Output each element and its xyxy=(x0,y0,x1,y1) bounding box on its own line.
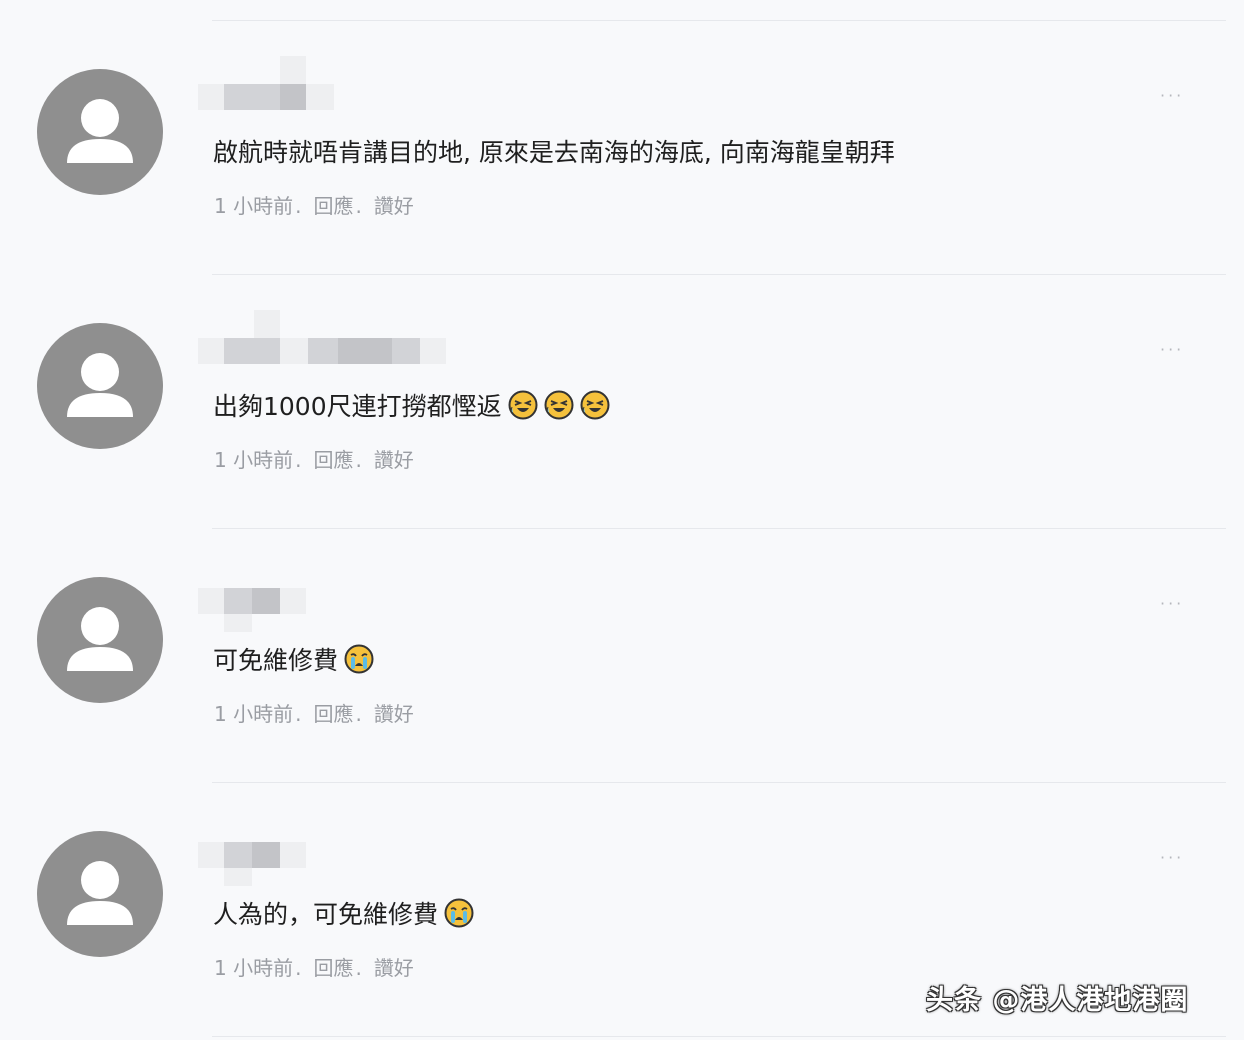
crying-emoji-icon xyxy=(344,644,374,674)
comment-text: 人為的，可免維修費 xyxy=(213,898,474,932)
laughing-crying-emoji-icon xyxy=(508,390,538,420)
reply-button[interactable]: 回應 xyxy=(313,952,353,981)
more-options-button[interactable]: ··· xyxy=(1160,594,1184,613)
meta-separator: . xyxy=(355,448,362,472)
comment-text-content: 出夠1000尺連打撈都慳返 xyxy=(213,392,502,421)
comment-text: 啟航時就唔肯講目的地, 原來是去南海的海底, 向南海龍皇朝拜 xyxy=(213,136,895,170)
like-button[interactable]: 讚好 xyxy=(374,952,414,981)
meta-separator: . xyxy=(295,956,302,980)
timestamp: 1 小時前 xyxy=(214,702,294,726)
reply-button[interactable]: 回應 xyxy=(313,190,353,219)
more-options-button[interactable]: ··· xyxy=(1160,86,1184,105)
meta-separator: . xyxy=(295,448,302,472)
comment-item: ··· 出夠1000尺連打撈都慳返 1 小時前. 回應. 讚好 xyxy=(0,274,1244,528)
comment-meta: 1 小時前. 回應. 讚好 xyxy=(214,698,414,727)
comment-item: ··· 啟航時就唔肯講目的地, 原來是去南海的海底, 向南海龍皇朝拜 1 小時前… xyxy=(0,20,1244,274)
more-options-button[interactable]: ··· xyxy=(1160,848,1184,867)
avatar[interactable] xyxy=(37,69,163,195)
comment-text: 出夠1000尺連打撈都慳返 xyxy=(213,390,610,424)
avatar[interactable] xyxy=(37,577,163,703)
comment-text: 可免維修費 xyxy=(213,644,374,678)
meta-separator: . xyxy=(295,194,302,218)
like-button[interactable]: 讚好 xyxy=(374,190,414,219)
comment-meta: 1 小時前. 回應. 讚好 xyxy=(214,444,414,473)
laughing-crying-emoji-icon xyxy=(544,390,574,420)
user-icon xyxy=(67,353,133,417)
laughing-crying-emoji-icon xyxy=(580,390,610,420)
user-icon xyxy=(67,99,133,163)
watermark: 头条 @港人港地港圈 xyxy=(926,985,1189,1016)
timestamp: 1 小時前 xyxy=(214,956,294,980)
like-button[interactable]: 讚好 xyxy=(374,444,414,473)
comment-meta: 1 小時前. 回應. 讚好 xyxy=(214,952,414,981)
like-button[interactable]: 讚好 xyxy=(374,698,414,727)
timestamp: 1 小時前 xyxy=(214,448,294,472)
reply-button[interactable]: 回應 xyxy=(313,698,353,727)
comment-meta: 1 小時前. 回應. 讚好 xyxy=(214,190,414,219)
user-icon xyxy=(67,607,133,671)
comment-text-content: 啟航時就唔肯講目的地, 原來是去南海的海底, 向南海龍皇朝拜 xyxy=(213,138,895,167)
comment-text-content: 人為的，可免維修費 xyxy=(213,900,439,929)
avatar[interactable] xyxy=(37,323,163,449)
reply-button[interactable]: 回應 xyxy=(313,444,353,473)
meta-separator: . xyxy=(355,702,362,726)
comment-text-content: 可免維修費 xyxy=(213,646,339,675)
timestamp: 1 小時前 xyxy=(214,194,294,218)
separator xyxy=(212,1036,1226,1037)
more-options-button[interactable]: ··· xyxy=(1160,340,1184,359)
comment-item: ··· 可免維修費 1 小時前. 回應. 讚好 xyxy=(0,528,1244,782)
crying-emoji-icon xyxy=(444,898,474,928)
user-icon xyxy=(67,861,133,925)
avatar[interactable] xyxy=(37,831,163,957)
meta-separator: . xyxy=(355,956,362,980)
meta-separator: . xyxy=(295,702,302,726)
meta-separator: . xyxy=(355,194,362,218)
